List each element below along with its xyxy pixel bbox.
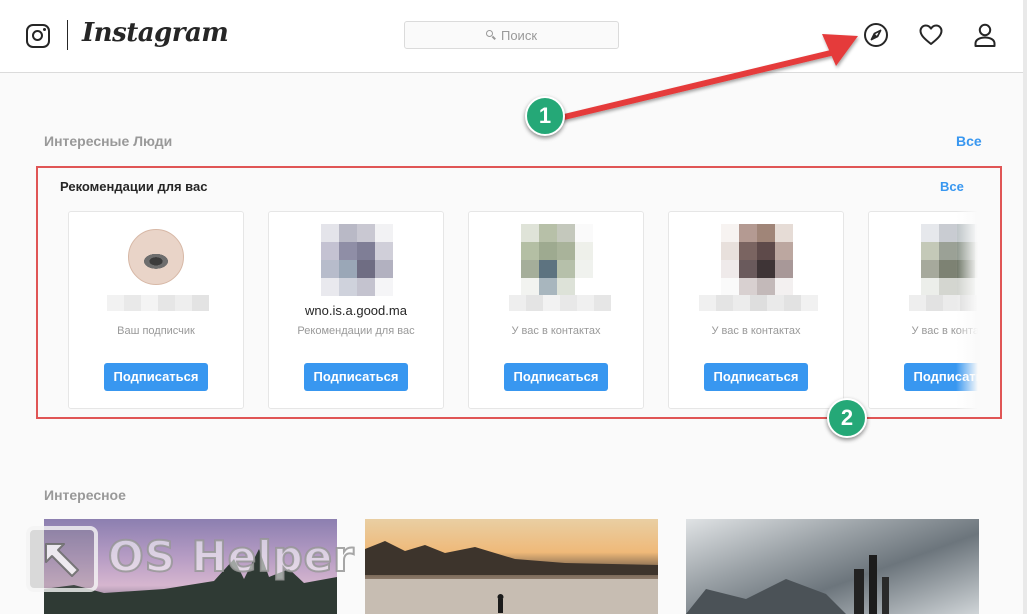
follow-button[interactable]: Подписаться [504,363,608,391]
suggestion-card: wno.is.a.good.ma Рекомендации для вас По… [268,211,444,409]
follow-button[interactable]: Подписаться [704,363,808,391]
suggestion-card: У вас в контактах Подписаться [468,211,644,409]
search-input[interactable]: Поиск [404,21,619,49]
cursor-arrow-icon [45,543,79,577]
suggestion-card: У вас в контактах Подписаться [668,211,844,409]
annotation-badge-2: 2 [827,398,867,438]
follow-button[interactable]: Подписаться [304,363,408,391]
explore-image-city [686,555,889,614]
suggestion-reason: У вас в контактах [511,325,601,337]
watermark: OS Helper [26,526,355,592]
search-icon [485,30,496,40]
see-all-recommendations-link[interactable]: Все [940,179,964,194]
explore-thumbnail[interactable] [365,519,658,614]
suggestion-reason: У вас в контактах [711,325,801,337]
avatar[interactable] [521,224,593,296]
section-title-explore: Интересное [44,487,126,503]
explore-image-beach [365,541,658,614]
username-blurred [107,295,209,311]
username[interactable]: wno.is.a.good.ma [269,303,443,318]
watermark-text: OS Helper [107,531,355,582]
compass-icon[interactable] [863,22,889,48]
window-edge [1023,0,1027,614]
section-title-people: Интересные Люди [44,133,173,149]
avatar[interactable] [321,224,393,296]
heart-icon[interactable] [918,22,944,48]
search-placeholder: Поиск [500,27,538,43]
suggestion-reason: Ваш подписчик [117,325,195,337]
avatar[interactable] [128,229,184,285]
follow-button[interactable]: Подписаться [104,363,208,391]
suggestion-card: Ваш подписчик Подписаться [68,211,244,409]
recommendations-carousel: Ваш подписчик Подписаться wno.is.a.good.… [68,211,978,410]
instagram-glyph-icon[interactable] [26,24,50,48]
instagram-wordmark[interactable]: Instagram [82,18,229,48]
suggestion-reason: Рекомендации для вас [297,325,415,337]
person-icon[interactable] [972,22,998,48]
watermark-box [26,526,98,592]
see-all-people-link[interactable]: Все [956,133,982,149]
explore-thumbnail[interactable] [686,519,979,614]
username-blurred [509,295,611,311]
annotation-badge-1: 1 [525,96,565,136]
avatar[interactable] [721,224,793,296]
top-nav-bar: Instagram Поиск [0,0,1027,73]
carousel-fade [956,211,978,410]
recommendations-title: Рекомендации для вас [60,179,208,194]
username-blurred [699,295,818,311]
logo-divider [67,20,68,50]
